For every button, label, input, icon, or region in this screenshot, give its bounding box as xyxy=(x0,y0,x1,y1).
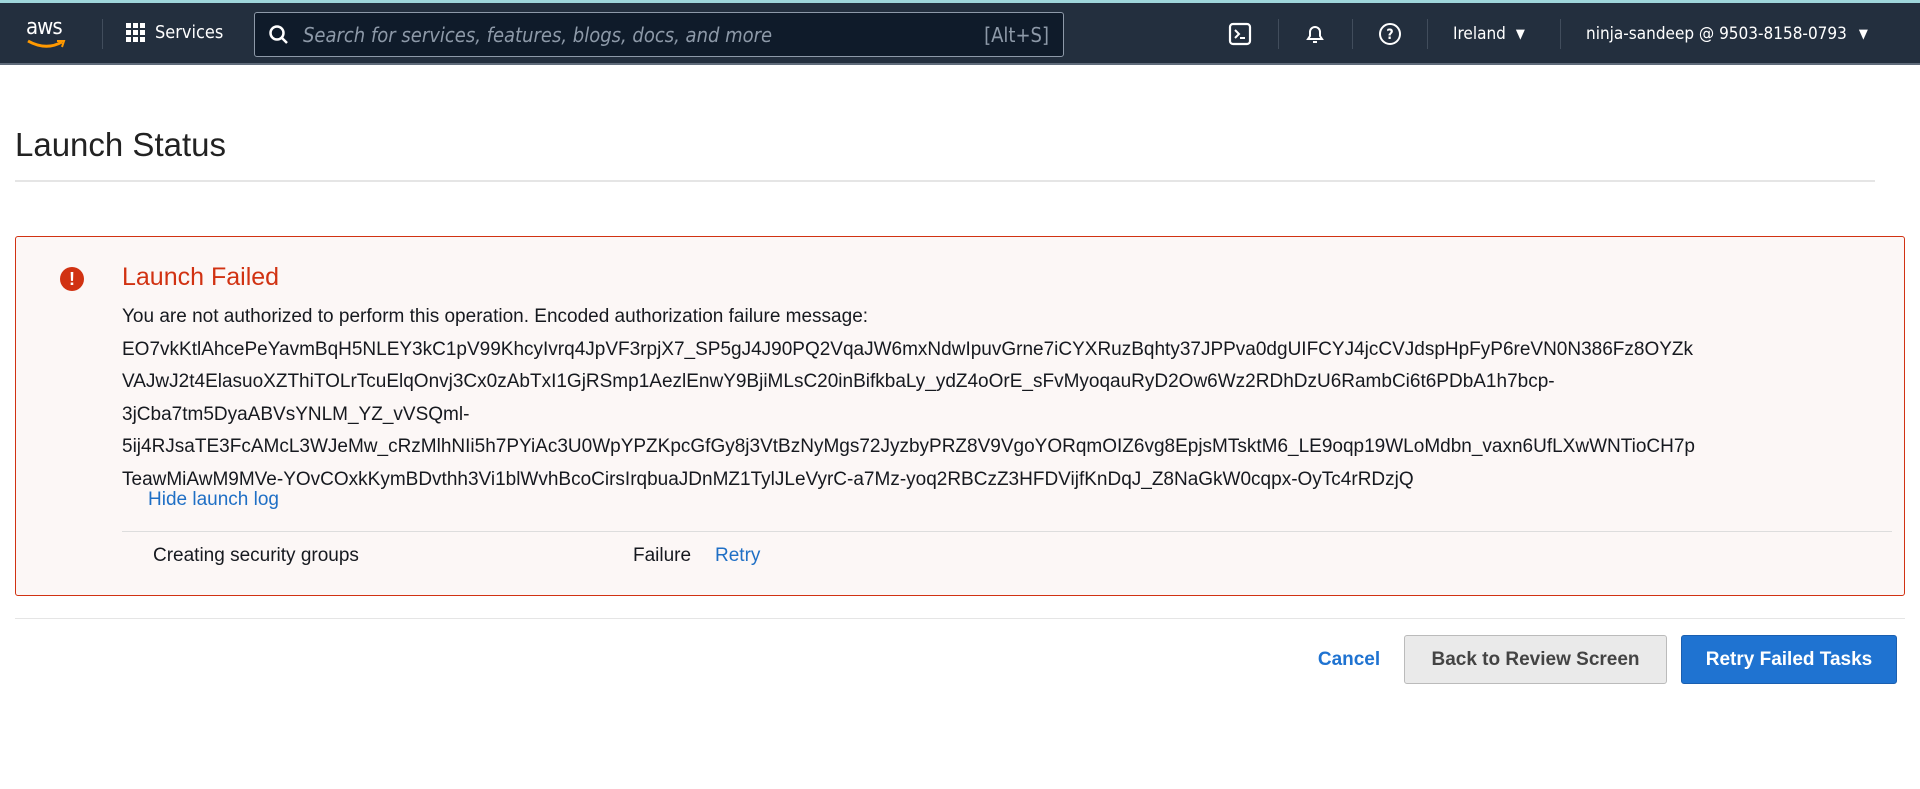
divider xyxy=(15,618,1905,619)
divider xyxy=(102,19,103,49)
error-message: You are not authorized to perform this o… xyxy=(122,301,1695,496)
bell-icon xyxy=(1306,26,1324,43)
region-selector[interactable]: Ireland ▼ xyxy=(1453,3,1525,65)
back-to-review-button[interactable]: Back to Review Screen xyxy=(1404,635,1667,684)
message-line: 5ij4RJsaTE3FcAMcL3WJeMw_cRzMlhNIi5h7PYiA… xyxy=(122,436,1695,457)
search-shortcut: [Alt+S] xyxy=(984,22,1049,47)
services-label: Services xyxy=(155,22,224,43)
notifications-button[interactable] xyxy=(1303,3,1327,65)
account-menu[interactable]: ninja-sandeep @ 9503-8158-0793 ▼ xyxy=(1586,3,1868,65)
message-line: VAJwJ2t4ElasuoXZThiTOLrTcuElqOnvj3Cx0zAb… xyxy=(122,371,1555,392)
account-label: ninja-sandeep @ 9503-8158-0793 xyxy=(1586,24,1847,44)
divider xyxy=(1560,19,1561,49)
help-icon: ? xyxy=(1379,23,1401,45)
logo-text: aws xyxy=(26,15,63,40)
help-button[interactable]: ? xyxy=(1378,3,1402,65)
region-label: Ireland xyxy=(1453,24,1506,44)
caret-down-icon: ▼ xyxy=(1515,26,1525,42)
log-status: Failure xyxy=(633,545,692,566)
search-placeholder: Search for services, features, blogs, do… xyxy=(303,22,773,47)
services-menu[interactable]: Services xyxy=(126,22,223,43)
message-line: EO7vkKtlAhcePeYavmBqH5NLEY3kC1pV99KhcyIv… xyxy=(122,338,1694,360)
divider xyxy=(1278,19,1279,49)
divider xyxy=(1427,19,1428,49)
grid-icon xyxy=(126,23,145,42)
error-icon: ! xyxy=(60,267,84,291)
page-title: Launch Status xyxy=(15,126,226,163)
message-line: TeawMiAwM9MVe-YOvCOxkKymBDvthh3Vi1blWvhB… xyxy=(122,468,1414,490)
cloudshell-button[interactable] xyxy=(1228,3,1252,65)
divider xyxy=(122,531,1892,532)
search-input[interactable]: Search for services, features, blogs, do… xyxy=(254,12,1064,57)
hide-launch-log-link[interactable]: Hide launch log xyxy=(148,489,279,511)
caret-down-icon: ▼ xyxy=(1858,26,1868,42)
retry-failed-tasks-button[interactable]: Retry Failed Tasks xyxy=(1681,635,1897,684)
cancel-button[interactable]: Cancel xyxy=(1308,635,1390,684)
message-line: You are not authorized to perform this o… xyxy=(122,306,869,327)
aws-logo[interactable]: aws xyxy=(26,15,66,48)
top-nav: aws Services Search for services, featur… xyxy=(0,0,1920,65)
svg-text:?: ? xyxy=(1386,27,1393,43)
search-icon xyxy=(269,24,288,44)
message-line: 3jCba7tm5DyaABVsYNLM_YZ_vVSQml- xyxy=(122,403,470,425)
divider xyxy=(15,180,1875,182)
retry-link[interactable]: Retry xyxy=(715,545,760,567)
error-alert: ! Launch Failed You are not authorized t… xyxy=(15,236,1905,596)
smile-icon xyxy=(27,39,66,48)
log-task: Creating security groups xyxy=(153,545,359,566)
terminal-icon xyxy=(1228,22,1252,46)
divider xyxy=(1352,19,1353,49)
alert-title: Launch Failed xyxy=(122,263,280,291)
